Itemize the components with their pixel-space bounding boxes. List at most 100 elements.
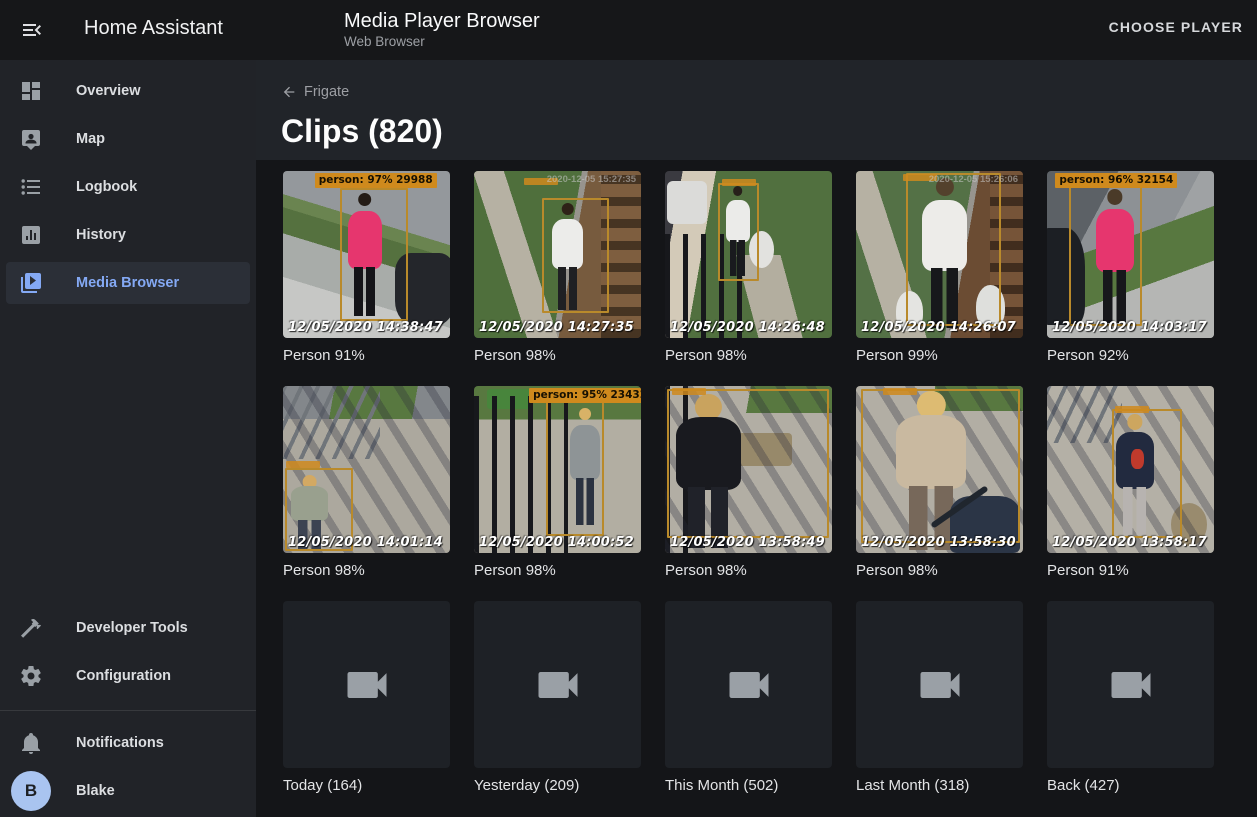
- sidebar-item-label: Map: [76, 131, 105, 147]
- clip-item[interactable]: 12/05/2020 14:26:48 Person 98%: [665, 171, 832, 364]
- gear-icon: [19, 664, 43, 688]
- media-grid: person: 97% 29988 12/05/2020 14:38:47 Pe…: [283, 171, 1257, 794]
- item-highlight: [6, 770, 250, 812]
- account-location-icon: [19, 127, 43, 151]
- sidebar-item-overview[interactable]: Overview: [0, 67, 256, 115]
- sidebar-item-label: Media Browser: [76, 275, 179, 291]
- detection-tag-small: [1115, 406, 1149, 413]
- media-grid-scroll-area[interactable]: person: 97% 29988 12/05/2020 14:38:47 Pe…: [256, 160, 1257, 817]
- clip-caption: Person 92%: [1047, 347, 1214, 364]
- folder-thumbnail: [1047, 601, 1214, 768]
- clip-thumbnail: person: 96% 32154 12/05/2020 14:03:17: [1047, 171, 1214, 338]
- detection-bounding-box: [861, 389, 1020, 543]
- clip-timestamp: 12/05/2020 14:01:14: [288, 535, 443, 550]
- clip-timestamp: 12/05/2020 14:26:48: [670, 320, 825, 335]
- clip-caption: Person 98%: [474, 562, 641, 579]
- detection-bounding-box: [906, 173, 1001, 327]
- sidebar-item-label: Developer Tools: [76, 620, 188, 636]
- sidebar: Overview Map Logbook History: [0, 60, 256, 817]
- sidebar-item-configuration[interactable]: Configuration: [0, 652, 256, 700]
- video-camera-icon: [914, 659, 966, 711]
- sidebar-bottom: Developer Tools Configuration Notificati…: [0, 604, 256, 815]
- folder-label: Back (427): [1047, 777, 1214, 794]
- clip-item[interactable]: 12/05/2020 13:58:30 Person 98%: [856, 386, 1023, 579]
- folder-label: Last Month (318): [856, 777, 1023, 794]
- choose-player-button[interactable]: CHOOSE PLAYER: [1109, 19, 1243, 35]
- detection-bounding-box: [542, 198, 609, 313]
- clip-caption: Person 98%: [856, 562, 1023, 579]
- format-list-bulleted-icon: [19, 175, 43, 199]
- sidebar-item-notifications[interactable]: Notifications: [0, 719, 256, 767]
- sidebar-item-logbook[interactable]: Logbook: [0, 163, 256, 211]
- sidebar-item-label: History: [76, 227, 126, 243]
- clip-caption: Person 91%: [283, 347, 450, 364]
- app-bar: Home Assistant Media Player Browser Web …: [0, 0, 1257, 60]
- sidebar-nav: Overview Map Logbook History: [0, 60, 256, 307]
- sidebar-item-history[interactable]: History: [0, 211, 256, 259]
- folder-thumbnail: [283, 601, 450, 768]
- clip-thumbnail: 12/05/2020 14:01:14: [283, 386, 450, 553]
- video-camera-icon: [723, 659, 775, 711]
- clip-item[interactable]: 12/05/2020 13:58:17 Person 91%: [1047, 386, 1214, 579]
- page-heading: Media Player Browser Web Browser: [344, 9, 540, 49]
- detection-bounding-box: [340, 188, 408, 322]
- detection-bounding-box: [667, 389, 829, 538]
- play-box-multiple-icon: [19, 271, 43, 295]
- clip-item[interactable]: 2020-12-05 15:26:06 12/05/2020 14:26:07 …: [856, 171, 1023, 364]
- bell-icon: [19, 731, 43, 755]
- folder-item-last-month[interactable]: Last Month (318): [856, 601, 1023, 794]
- sidebar-item-map[interactable]: Map: [0, 115, 256, 163]
- app-title: Home Assistant: [84, 17, 223, 40]
- chart-box-icon: [19, 223, 43, 247]
- folder-item-this-month[interactable]: This Month (502): [665, 601, 832, 794]
- clip-thumbnail: person: 95% 23432 12/05/2020 14:00:52: [474, 386, 641, 553]
- clip-thumbnail: 12/05/2020 13:58:30: [856, 386, 1023, 553]
- toolbar-subtitle: Web Browser: [344, 34, 540, 49]
- content-header: Frigate Clips (820): [256, 60, 1257, 160]
- clip-item[interactable]: 12/05/2020 14:01:14 Person 98%: [283, 386, 450, 579]
- folder-label: Yesterday (209): [474, 777, 641, 794]
- detection-tag: person: 97% 29988: [315, 173, 437, 188]
- folder-item-today[interactable]: Today (164): [283, 601, 450, 794]
- video-camera-icon: [341, 659, 393, 711]
- detection-tag-small: [286, 461, 320, 468]
- clip-thumbnail: 2020-12-05 15:26:06 12/05/2020 14:26:07: [856, 171, 1023, 338]
- detection-bounding-box: [546, 401, 604, 536]
- clip-caption: Person 98%: [665, 562, 832, 579]
- sidebar-item-developer-tools[interactable]: Developer Tools: [0, 604, 256, 652]
- breadcrumb-label: Frigate: [304, 84, 349, 100]
- clip-item[interactable]: 2020-12-05 15:27:35 12/05/2020 14:27:35 …: [474, 171, 641, 364]
- folder-label: This Month (502): [665, 777, 832, 794]
- folder-thumbnail: [856, 601, 1023, 768]
- clip-item[interactable]: person: 96% 32154 12/05/2020 14:03:17 Pe…: [1047, 171, 1214, 364]
- detection-bounding-box: [718, 183, 758, 282]
- clip-timestamp: 12/05/2020 14:38:47: [288, 320, 443, 335]
- view-dashboard-icon: [19, 79, 43, 103]
- clip-thumbnail: 12/05/2020 14:26:48: [665, 171, 832, 338]
- sidebar-toggle-button[interactable]: [20, 18, 44, 42]
- breadcrumb-back[interactable]: Frigate: [281, 84, 349, 100]
- clip-caption: Person 98%: [474, 347, 641, 364]
- clip-timestamp: 12/05/2020 13:58:49: [670, 535, 825, 550]
- sidebar-item-profile[interactable]: B Blake: [0, 767, 256, 815]
- sidebar-item-media-browser[interactable]: Media Browser: [0, 259, 256, 307]
- clip-timestamp: 12/05/2020 14:00:52: [479, 535, 634, 550]
- detection-tag-small: [883, 388, 917, 395]
- detection-tag-small: [672, 388, 706, 395]
- clip-caption: Person 99%: [856, 347, 1023, 364]
- detection-bounding-box: [1112, 409, 1182, 538]
- sidebar-divider: [0, 710, 256, 711]
- clip-item[interactable]: 12/05/2020 13:58:49 Person 98%: [665, 386, 832, 579]
- video-camera-icon: [1105, 659, 1157, 711]
- folder-item-yesterday[interactable]: Yesterday (209): [474, 601, 641, 794]
- clip-timestamp: 12/05/2020 14:27:35: [479, 320, 634, 335]
- clip-item[interactable]: person: 97% 29988 12/05/2020 14:38:47 Pe…: [283, 171, 450, 364]
- detection-tag-small: [722, 179, 756, 186]
- camera-timestamp: 2020-12-05 15:27:35: [547, 174, 636, 185]
- folder-item-back[interactable]: Back (427): [1047, 601, 1214, 794]
- sidebar-item-label: Configuration: [76, 668, 171, 684]
- clip-item[interactable]: person: 95% 23432 12/05/2020 14:00:52 Pe…: [474, 386, 641, 579]
- main-content: Frigate Clips (820) person: 97% 29988 12…: [256, 60, 1257, 817]
- folder-thumbnail: [665, 601, 832, 768]
- clip-caption: Person 98%: [283, 562, 450, 579]
